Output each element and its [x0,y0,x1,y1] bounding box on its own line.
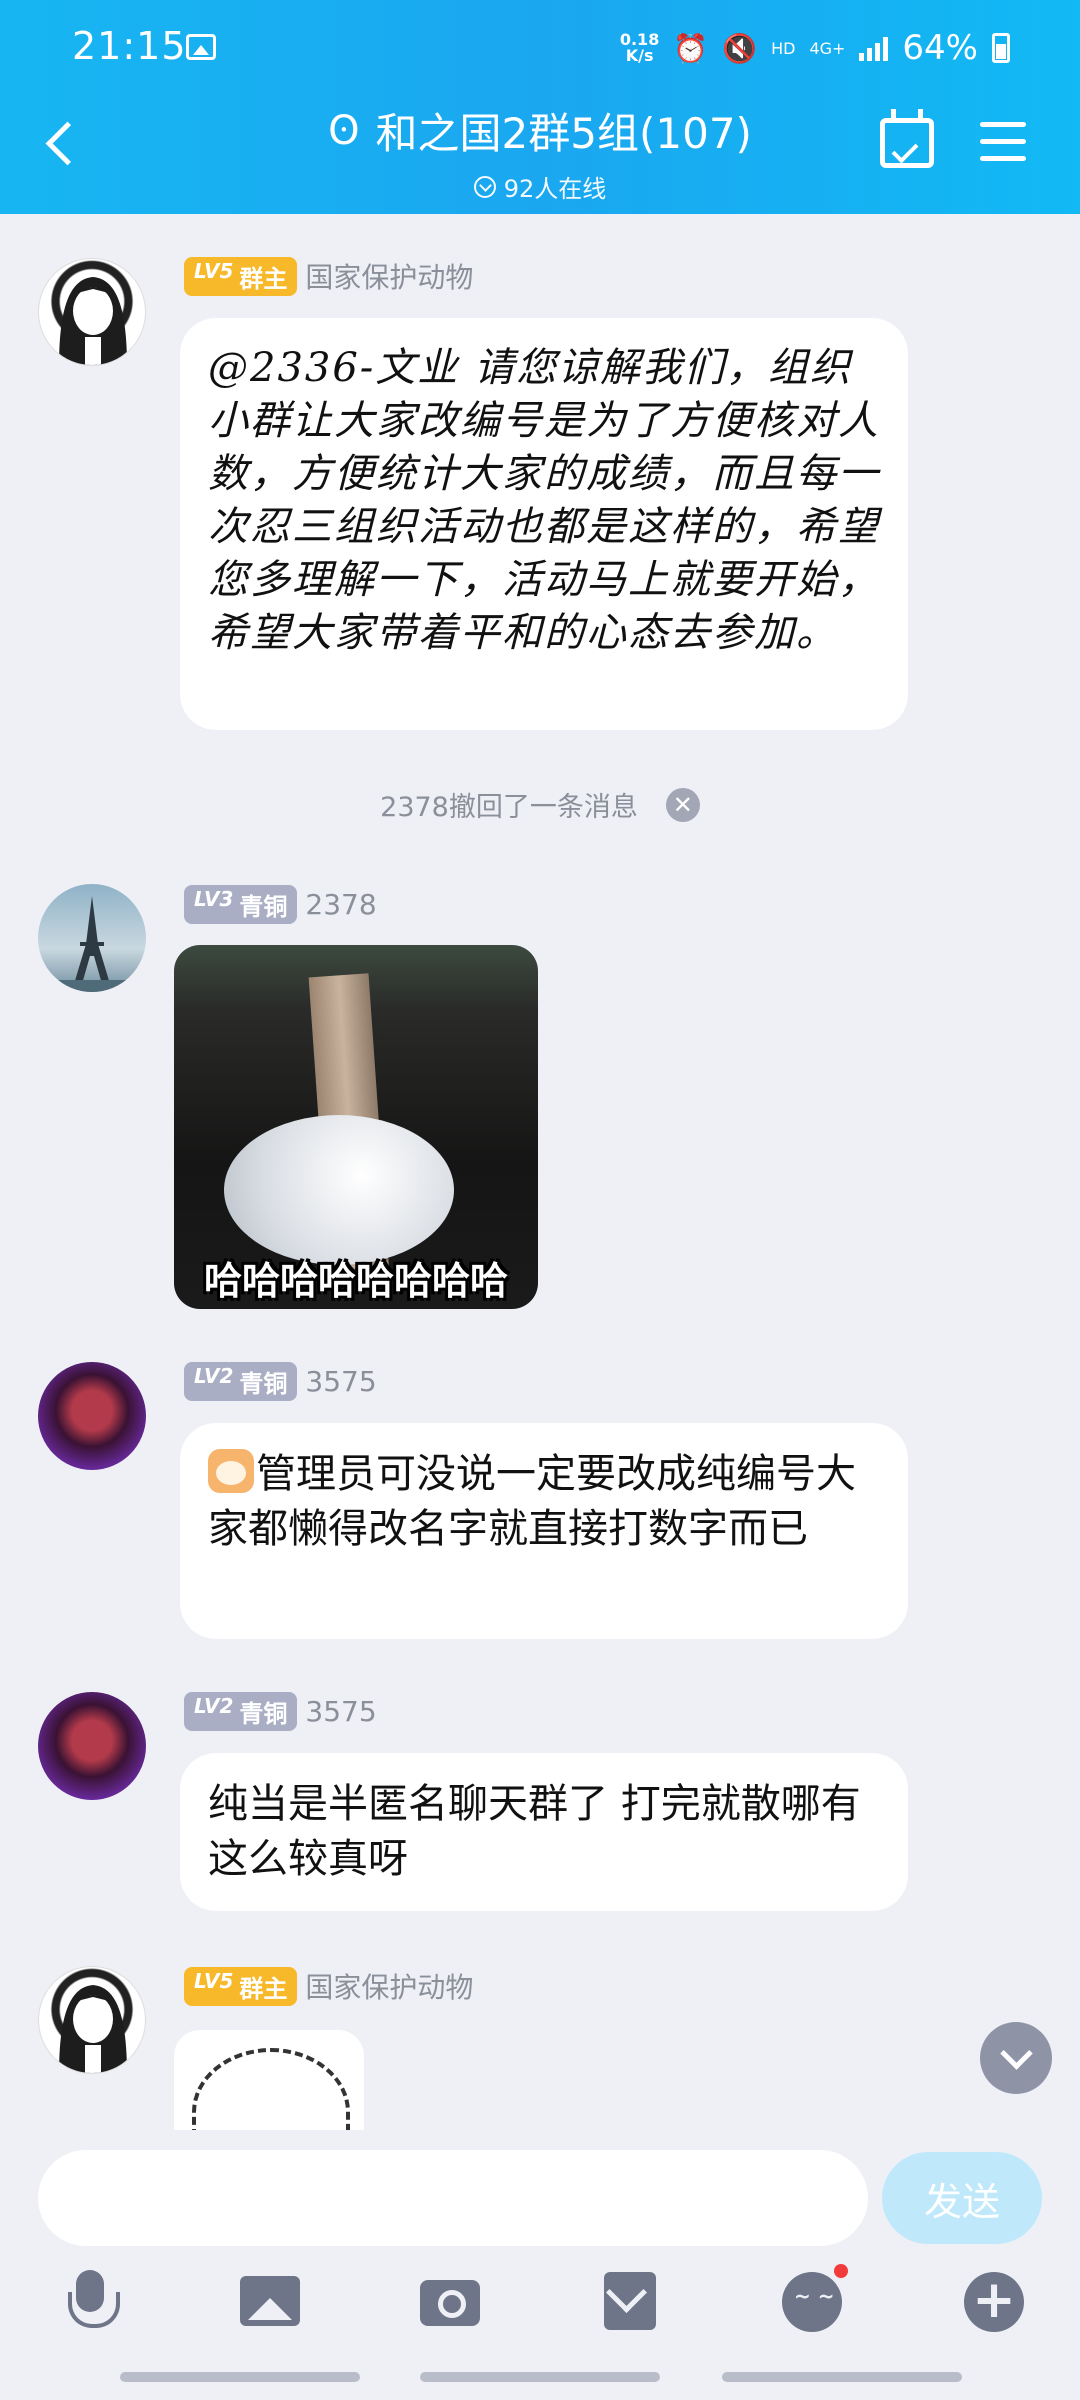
alarm-icon: ⏰ [673,31,709,65]
sticker-image[interactable]: 哈哈哈哈哈哈哈哈 [174,945,538,1309]
sender-name: 2378 [305,888,377,921]
scroll-to-bottom-button[interactable] [980,2022,1052,2094]
menu-button[interactable] [980,122,1026,162]
sender-meta: LV3 青铜 2378 [184,885,377,924]
level-badge: LV3 青铜 [184,885,298,924]
gallery-notification-icon [186,34,216,60]
message-bubble[interactable]: 管理员可没说一定要改成纯编号大家都懒得改名字就直接打数字而已 [180,1423,908,1639]
system-nav-bar [0,2360,1080,2400]
sender-meta: LV5 群主 国家保护动物 [184,256,473,296]
sticker-image[interactable] [174,2030,364,2130]
status-bar: 21:15 0.18 K/s ⏰ 🔇 HD 4G+ 64% [0,24,1080,72]
level-badge: LV5 群主 [184,256,298,296]
battery-icon [992,33,1010,63]
emoji-icon[interactable] [780,2264,848,2334]
battery-percent: 64% [902,28,978,68]
sender-name: 国家保护动物 [305,261,474,294]
message-bubble[interactable]: 纯当是半匿名聊天群了 打完就散哪有这么较真呀 [180,1753,908,1911]
sender-name: 3575 [305,1695,377,1728]
network-speed: 0.18 K/s [619,30,660,65]
microphone-icon[interactable] [58,2270,122,2334]
image-icon[interactable] [238,2270,302,2334]
recall-notice: 2378撤回了一条消息 ✕ [0,785,1080,824]
hd-indicator: HD [771,38,796,58]
sticker-caption: 哈哈哈哈哈哈哈哈 [203,1259,508,1303]
camera-icon[interactable] [418,2270,482,2334]
avatar[interactable] [38,1362,146,1470]
avatar[interactable] [38,1692,146,1800]
mute-icon: 🔇 [722,31,758,65]
nav-handle[interactable] [420,2372,660,2382]
message-input[interactable] [38,2150,868,2246]
close-icon[interactable]: ✕ [665,787,700,822]
calendar-check-icon[interactable] [880,109,934,168]
nav-handle[interactable] [722,2372,962,2382]
nav-handle[interactable] [120,2372,360,2382]
chat-header: 21:15 0.18 K/s ⏰ 🔇 HD 4G+ 64% ʘ 和之国2群5组(… [0,0,1080,214]
online-count[interactable]: 92人在线 [0,169,1080,204]
avatar[interactable] [38,258,146,366]
avatar[interactable] [38,884,146,992]
avatar[interactable] [38,1966,146,2074]
red-packet-icon[interactable] [598,2270,662,2334]
message-bubble[interactable]: @2336-文业 请您谅解我们，组织小群让大家改编号是为了方便核对人数，方便统计… [180,318,908,730]
chevron-down-icon [473,175,496,198]
toolbar [0,2264,1080,2350]
ear-icon: ʘ [328,107,360,154]
network-type: 4G+ [809,38,846,58]
sender-name: 国家保护动物 [305,1971,474,2004]
send-button[interactable]: 发送 [882,2152,1042,2244]
level-badge: LV2 青铜 [184,1692,298,1731]
notification-dot [834,2264,848,2278]
sender-meta: LV2 青铜 3575 [184,1692,377,1731]
level-badge: LV2 青铜 [184,1362,298,1401]
sender-meta: LV2 青铜 3575 [184,1362,377,1401]
cat-emoji-icon [208,1449,254,1493]
clock: 21:15 [72,24,187,68]
sender-name: 3575 [305,1365,377,1398]
sender-meta: LV5 群主 国家保护动物 [184,1966,473,2006]
level-badge: LV5 群主 [184,1966,298,2006]
group-title: 和之国2群5组(107) [375,109,752,158]
plus-icon[interactable] [962,2270,1026,2334]
signal-icon [859,35,889,61]
